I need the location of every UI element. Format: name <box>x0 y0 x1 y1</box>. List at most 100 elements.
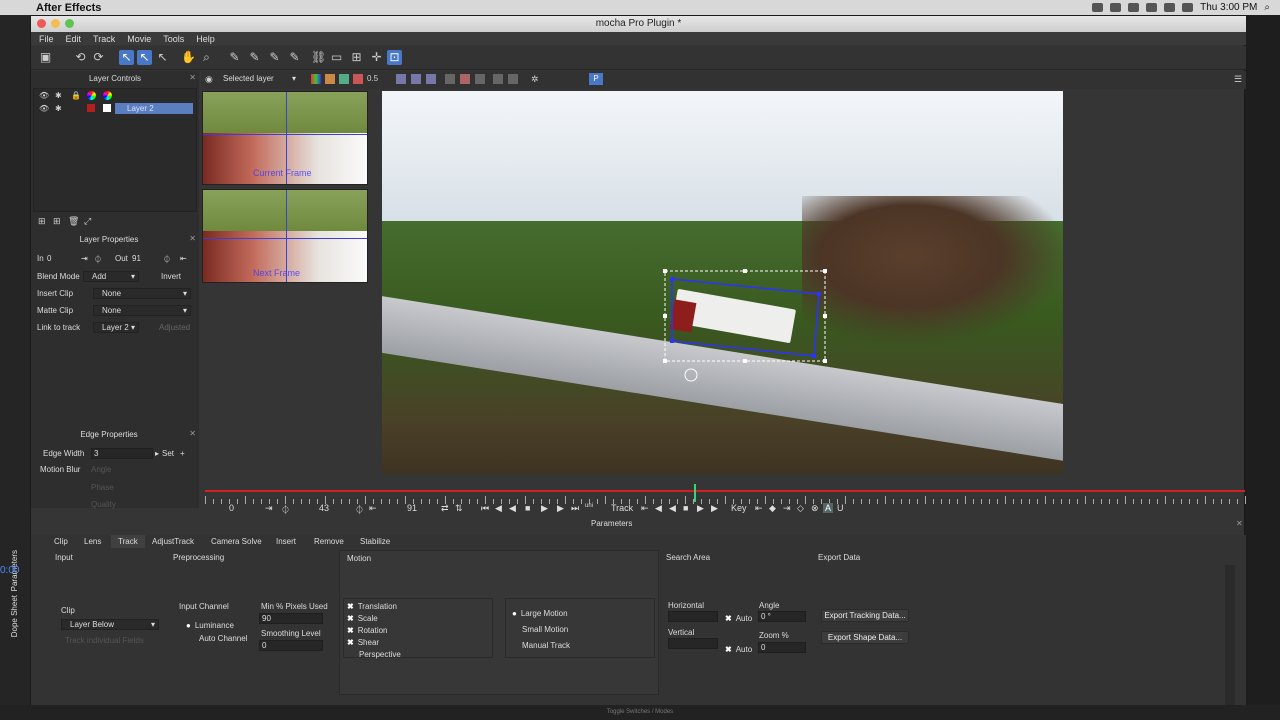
vertical-field[interactable] <box>668 638 718 649</box>
loop-icon[interactable]: ⇅ <box>455 503 463 514</box>
add-xspline-tool-icon[interactable]: ✎ <box>247 50 262 65</box>
go-end-icon[interactable]: ⏭ <box>571 503 579 514</box>
auto-key-button[interactable]: A <box>823 503 833 513</box>
add-key-icon[interactable]: ◆ <box>769 503 776 514</box>
track-frame-back-icon[interactable]: ◀ <box>655 503 662 514</box>
trace-icon[interactable] <box>508 74 518 84</box>
close-icon[interactable]: ✕ <box>189 234 196 243</box>
bounce-icon[interactable]: ⇄ <box>441 503 449 514</box>
matte-clip-select[interactable]: None <box>93 305 191 316</box>
go-start-icon[interactable]: ⏮ <box>481 503 489 514</box>
blend-mode-select[interactable]: Add <box>83 271 139 282</box>
tab-remove[interactable]: Remove <box>307 535 351 548</box>
overlay-icon[interactable] <box>339 74 349 84</box>
duplicate-layer-icon[interactable]: ⊞ <box>53 216 61 227</box>
motion-blur-checkbox[interactable]: Motion Blur <box>40 465 80 474</box>
hand-tool-icon[interactable]: ✋ <box>181 50 196 65</box>
tab-track[interactable]: Track <box>111 535 145 548</box>
track-back-icon[interactable]: ⇤ <box>641 503 649 514</box>
in-reset-icon[interactable]: ⏀ <box>281 503 290 516</box>
menu-file[interactable]: File <box>39 34 54 44</box>
small-motion-radio[interactable]: Small Motion <box>522 625 568 634</box>
set-button[interactable]: Set <box>162 449 174 458</box>
insert-clip-select[interactable]: None <box>93 288 191 299</box>
channel-icon[interactable] <box>325 74 335 84</box>
tray-icon[interactable] <box>1128 3 1140 12</box>
color-icon[interactable] <box>103 91 112 100</box>
play-mode-icon[interactable]: uni <box>585 503 593 509</box>
attach-tool-icon[interactable]: ⊞ <box>349 50 364 65</box>
view-icon[interactable] <box>411 74 421 84</box>
expand-icon[interactable]: ⤢ <box>84 216 91 227</box>
add-bezier-tool-icon[interactable]: ✎ <box>287 50 302 65</box>
angle-field[interactable]: 0 ° <box>758 611 806 622</box>
minimize-window-button[interactable] <box>51 19 60 28</box>
tab-camera-solve[interactable]: Camera Solve <box>204 535 269 548</box>
delete-layer-icon[interactable]: 🗑 <box>68 216 79 227</box>
zoom-window-button[interactable] <box>65 19 74 28</box>
translation-checkbox[interactable]: ✖ Translation <box>347 602 397 611</box>
scale-checkbox[interactable]: ✖ Scale <box>347 614 378 623</box>
tray-icon[interactable] <box>1092 3 1104 12</box>
matte-swatch[interactable] <box>103 104 111 112</box>
tracking-overlay[interactable] <box>382 91 1063 474</box>
view-icon[interactable] <box>396 74 406 84</box>
move-tool-icon[interactable]: ✛ <box>369 50 384 65</box>
close-icon[interactable]: ✕ <box>189 73 196 82</box>
stop-icon[interactable]: ■ <box>525 503 530 513</box>
perspective-checkbox[interactable]: Perspective <box>359 650 401 659</box>
viewer-canvas[interactable] <box>382 91 1063 474</box>
menu-edit[interactable]: Edit <box>66 34 82 44</box>
zoom-field[interactable]: 0 <box>758 642 806 653</box>
large-motion-radio[interactable]: ● Large Motion <box>512 609 568 618</box>
tab-lens[interactable]: Lens <box>77 535 108 548</box>
out-reset-icon[interactable]: ⏀ <box>163 254 171 265</box>
clock[interactable]: Thu 3:00 PM <box>1200 2 1257 13</box>
track-backward-icon[interactable]: ◀ <box>669 503 676 514</box>
close-icon[interactable]: ✕ <box>189 429 196 438</box>
pick-tool-icon[interactable]: ↖ <box>155 50 170 65</box>
reset-key-icon[interactable]: U <box>837 503 844 513</box>
play-back-icon[interactable]: ◀ <box>509 503 516 514</box>
layer-select[interactable]: Selected layer <box>215 74 299 85</box>
search-icon[interactable]: ⌕ <box>1264 2 1270 13</box>
zoom-tool-icon[interactable]: ⌕ <box>199 50 214 65</box>
out-value[interactable]: 91 <box>132 254 141 263</box>
menu-tools[interactable]: Tools <box>163 34 184 44</box>
next-key-icon[interactable]: ⇥ <box>783 503 791 514</box>
xspline-tool-icon[interactable]: ✎ <box>227 50 242 65</box>
tab-adjusttrack[interactable]: AdjustTrack <box>145 535 201 548</box>
export-shape-data-button[interactable]: Export Shape Data... <box>821 631 909 644</box>
delete-key-icon[interactable]: ◇ <box>797 503 804 514</box>
auto-channel-radio[interactable]: Auto Channel <box>199 634 247 643</box>
grid-icon[interactable] <box>475 74 485 84</box>
adjusted-checkbox[interactable]: Adjusted <box>159 323 190 332</box>
close-window-button[interactable] <box>37 19 46 28</box>
start-frame-value[interactable]: 0 <box>229 503 234 513</box>
in-point-icon[interactable]: ⇥ <box>265 503 273 514</box>
layer-row-label[interactable]: Layer 2 <box>115 103 193 114</box>
invert-checkbox[interactable]: Invert <box>161 272 181 281</box>
menu-help[interactable]: Help <box>196 34 215 44</box>
volume-icon[interactable] <box>1164 3 1176 12</box>
current-frame-value[interactable]: 43 <box>319 503 329 513</box>
export-tracking-data-button[interactable]: Export Tracking Data... <box>821 609 909 622</box>
eye-icon[interactable]: 👁 <box>39 104 49 113</box>
horizontal-field[interactable] <box>668 611 718 622</box>
shear-checkbox[interactable]: ✖ Shear <box>347 638 379 647</box>
edge-width-arrow-icon[interactable]: ▸ <box>155 449 159 458</box>
horizontal-auto-checkbox[interactable]: ✖ Auto <box>725 614 752 623</box>
select-tool-icon[interactable]: ↖ <box>119 50 134 65</box>
track-frame-forward-icon[interactable]: ▶ <box>711 503 718 514</box>
end-frame-value[interactable]: 91 <box>407 503 417 513</box>
right-scrollbar[interactable] <box>1225 565 1235 705</box>
track-individual-fields-checkbox[interactable]: Track individual Fields <box>65 636 144 645</box>
undo-icon[interactable]: ⟲ <box>73 50 88 65</box>
eye-icon[interactable]: 👁 <box>39 91 49 100</box>
in-reset-icon[interactable]: ⏀ <box>94 254 102 265</box>
grid-icon[interactable] <box>445 74 455 84</box>
side-tab-dope-sheet[interactable]: Dope Sheet <box>10 595 19 637</box>
track-forward-icon[interactable]: ▶ <box>697 503 704 514</box>
gear-icon[interactable]: ✱ <box>55 104 62 113</box>
tab-stabilize[interactable]: Stabilize <box>353 535 397 548</box>
